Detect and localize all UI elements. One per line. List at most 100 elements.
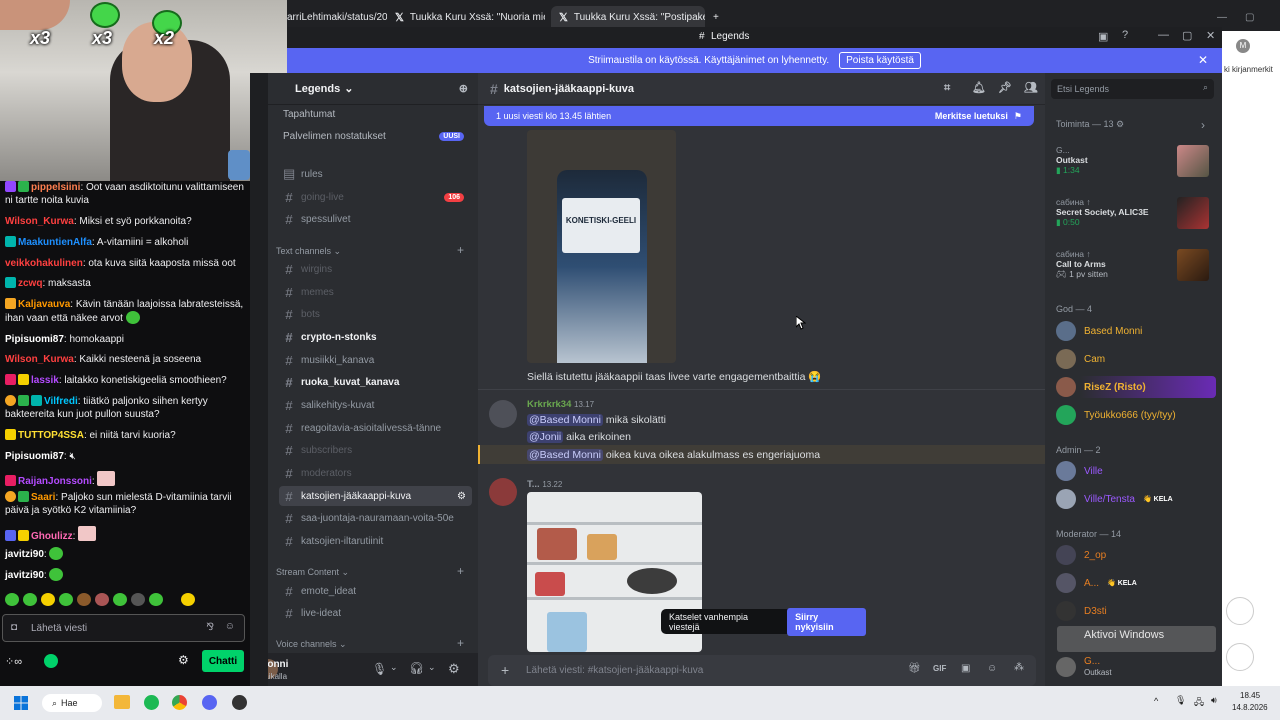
windows-start-icon[interactable] <box>14 696 28 710</box>
activity-card[interactable]: сабина ↑ Call to Arms 🎮︎ 1 pv sitten <box>1056 249 1216 281</box>
chat-username[interactable]: Kaljavauva <box>18 299 70 310</box>
emote-icon[interactable] <box>41 593 55 606</box>
member-item[interactable]: Ville/Tensta 👋 KELA <box>1056 488 1216 510</box>
microphone-icon[interactable]: 🎙︎ <box>1175 695 1186 706</box>
volume-icon[interactable]: 🔊︎ <box>1211 695 1217 706</box>
mark-read-button[interactable]: Merkitse luetuksi <box>935 111 1008 121</box>
emote-icon[interactable] <box>77 593 91 606</box>
channel-settings-icon[interactable]: ⚙ <box>457 491 466 502</box>
chat-username[interactable]: lassik <box>31 375 59 386</box>
bits-icon[interactable]: ⅋ <box>206 622 214 633</box>
member-item[interactable]: Cam <box>1056 348 1216 370</box>
new-tab-button[interactable]: + <box>713 6 719 28</box>
chat-bubble-icon[interactable] <box>1226 643 1254 671</box>
points-icon[interactable]: ⁘∞ <box>5 655 22 668</box>
member-list-icon[interactable]: 👥︎ <box>1024 81 1038 94</box>
window-minimize-icon[interactable]: — <box>1158 29 1169 41</box>
chat-username[interactable]: javitzi90 <box>5 570 44 581</box>
help-icon[interactable]: ? <box>1122 29 1128 41</box>
channel-item[interactable]: # bots <box>279 304 472 324</box>
window-maximize-icon[interactable]: ▢ <box>1182 29 1192 42</box>
chat-username[interactable]: MaakuntienAlfa <box>18 237 92 248</box>
emote-icon[interactable] <box>23 593 37 606</box>
channel-item[interactable]: # crypto-n-stonks <box>279 327 472 347</box>
chat-username[interactable]: Pipisuomi87 <box>5 334 64 345</box>
activity-header[interactable]: Toiminta — 13 ⚙ <box>1056 119 1124 130</box>
channel-item[interactable]: # reagoitavia-asioitalivessä-tänne <box>279 418 472 438</box>
chat-username[interactable]: Wilson_Kurwa <box>5 354 74 365</box>
member-item[interactable]: 2_op <box>1056 544 1216 566</box>
maximize-icon[interactable]: ▢ <box>1245 6 1254 28</box>
channel-item[interactable]: # emote_ideat <box>279 581 472 601</box>
chat-send-button[interactable]: Chatti <box>202 650 244 672</box>
emote-icon[interactable] <box>149 593 163 606</box>
gift-icon[interactable]: 🎁︎ <box>908 663 921 674</box>
member-item[interactable]: G... Outkast <box>1056 656 1216 678</box>
member-item[interactable]: Based Monni <box>1056 320 1216 342</box>
category-header[interactable]: Stream Content ⌄ <box>276 567 349 578</box>
chat-username[interactable]: TUTTOP4SSA <box>18 430 84 441</box>
channel-item[interactable]: # subscribers <box>279 440 472 460</box>
browser-tab[interactable]: arriLehtimaki/status/20 ✕ <box>287 6 387 28</box>
user-mention[interactable]: @Jonii <box>527 431 564 443</box>
category-header[interactable]: Voice channels ⌄ <box>276 639 347 650</box>
profile-avatar[interactable]: M <box>1236 39 1250 53</box>
pin-icon[interactable]: 📌︎ <box>998 81 1012 94</box>
jump-to-present-button[interactable]: Siirry nykyisiin <box>787 607 866 636</box>
chat-username[interactable]: Vilfredi <box>44 396 78 407</box>
window-close-icon[interactable]: ✕ <box>1206 29 1215 42</box>
file-explorer-icon[interactable] <box>114 695 130 709</box>
events-item[interactable]: Tapahtumat <box>279 104 472 124</box>
category-header[interactable]: Text channels ⌄ <box>276 246 341 257</box>
member-item[interactable]: Työukko666 (tyy/tyy) <box>1056 404 1216 426</box>
member-item[interactable]: D3sti <box>1056 600 1216 622</box>
new-messages-bar[interactable]: 1 uusi viesti klo 13.45 lähtien Merkitse… <box>484 106 1034 126</box>
headset-icon[interactable]: 🎧︎ <box>409 661 424 675</box>
channel-item[interactable]: # katsojien-iltarutiinit <box>279 531 472 551</box>
browser-tab-active[interactable]: 𝕏 Tuukka Kuru Xssä: "Postipakett ✕ <box>551 6 705 28</box>
emote-icon[interactable] <box>5 593 19 606</box>
notification-bell-icon[interactable]: 🔔︎ <box>972 81 986 94</box>
obs-icon[interactable] <box>232 695 247 710</box>
chevron-up-icon[interactable]: ^ <box>1154 696 1158 706</box>
emote-icon[interactable] <box>59 593 73 606</box>
compass-icon[interactable] <box>1226 597 1254 625</box>
chevron-down-icon[interactable]: ⌄ <box>428 662 436 673</box>
chevron-down-icon[interactable]: ⌄ <box>390 662 398 673</box>
member-item[interactable]: RiseZ (Risto) <box>1056 376 1216 398</box>
settings-icon[interactable]: ⚙ <box>178 653 189 667</box>
activity-card[interactable]: G... Outkast ▮ 1:34 <box>1056 145 1216 177</box>
browser-tab[interactable]: 𝕏 Tuukka Kuru Xssä: "Nuoria mie ✕ <box>395 6 545 28</box>
channel-points-icon[interactable] <box>44 654 58 668</box>
discord-avatar[interactable] <box>489 400 517 428</box>
discord-icon[interactable] <box>202 695 217 710</box>
message-author[interactable]: Krkrkrk34 <box>527 399 571 410</box>
guild-header[interactable]: Legends ⌄ ⊕ <box>268 73 478 105</box>
minimize-icon[interactable]: — <box>1217 6 1227 28</box>
chat-username[interactable]: RaijanJonssoni <box>18 476 92 487</box>
channel-item[interactable]: # going-live 106 <box>279 187 472 207</box>
taskbar-search[interactable]: ⌕ Hae <box>42 694 102 712</box>
attachment-image-bottle[interactable]: KONETISKI-GEELI <box>527 130 676 363</box>
sticker-icon[interactable]: ▣ <box>961 663 970 674</box>
channel-item[interactable]: # salikehitys-kuvat <box>279 395 472 415</box>
chevron-right-icon[interactable]: › <box>1201 118 1205 132</box>
chat-username[interactable]: Ghoulizz <box>31 531 73 542</box>
chat-username[interactable]: Wilson_Kurwa <box>5 216 74 227</box>
disable-streamer-mode-button[interactable]: Poista käytöstä <box>839 52 921 69</box>
channel-item[interactable]: # moderators <box>279 463 472 483</box>
spotify-icon[interactable] <box>144 695 159 710</box>
user-avatar[interactable] <box>489 478 517 506</box>
chrome-icon[interactable] <box>172 695 187 710</box>
channel-item[interactable]: # saa-juontaja-nauramaan-voita-50e <box>279 508 472 528</box>
member-item[interactable]: Ville <box>1056 460 1216 482</box>
apps-icon[interactable]: ⁂ <box>1014 662 1024 673</box>
clock-time[interactable]: 18.45 <box>1240 691 1260 700</box>
message-composer[interactable]: + Lähetä viesti: #katsojien-jääkaappi-ku… <box>488 655 1036 686</box>
chat-username[interactable]: zcwq <box>18 278 42 289</box>
channel-item[interactable]: # musiikki_kanava <box>279 350 472 370</box>
emoji-picker-icon[interactable]: ☺ <box>987 663 997 674</box>
banner-close-icon[interactable]: ✕ <box>1198 53 1208 67</box>
message-author[interactable]: T... <box>527 479 540 490</box>
channel-item-active[interactable]: # katsojien-jääkaappi-kuva ⚙ <box>279 486 472 506</box>
